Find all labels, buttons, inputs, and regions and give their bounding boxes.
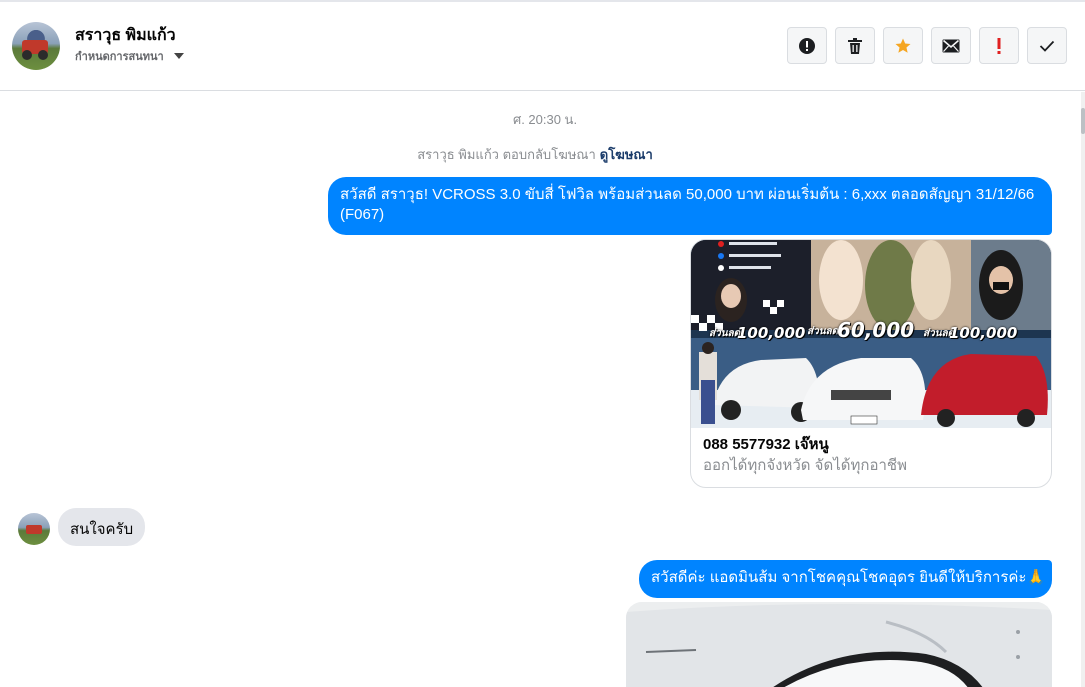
ad-card[interactable]: ส่วนลด 100,000 ส่วนลด 60,000 ส่วนลด 100,… (690, 239, 1052, 488)
delete-button[interactable] (835, 27, 875, 64)
ad-discount-prefix-left: ส่วนลด (709, 328, 741, 339)
outgoing-message[interactable]: สวัสดี สราวุธ! VCROSS 3.0 ขับสี่ โฟวิล พ… (328, 177, 1052, 235)
sender-avatar[interactable] (18, 513, 50, 545)
manage-conversation-label: กำหนดการสนทนา (75, 51, 164, 63)
incoming-message[interactable]: สนใจครับ (58, 508, 146, 546)
report-button[interactable] (787, 27, 827, 64)
conversation-header: สราวุธ พิมแก้ว กำหนดการสนทนา (0, 2, 1085, 91)
view-ad-link[interactable]: ดูโฆษณา (600, 147, 653, 162)
contact-name[interactable]: สราวุธ พิมแก้ว (75, 23, 176, 48)
car-photo-graphic (626, 602, 1052, 687)
car-photo[interactable] (626, 602, 1052, 687)
ad-reply-note: สราวุธ พิมแก้ว ตอบกลับโฆษณา ดูโฆษณา (0, 144, 1070, 165)
ad-discount-prefix-center: ส่วนลด (807, 326, 839, 337)
ad-discount-left: 100,000 (737, 324, 806, 342)
ad-discount-right: 100,000 (949, 324, 1018, 342)
trash-icon (848, 37, 862, 54)
envelope-icon (942, 39, 960, 52)
manage-conversation-dropdown[interactable]: กำหนดการสนทนา (75, 47, 184, 65)
ad-reply-text: สราวุธ พิมแก้ว ตอบกลับโฆษณา (417, 147, 596, 162)
action-toolbar (787, 27, 1067, 64)
exclamation-circle-icon (799, 37, 815, 54)
ad-discount-center: 60,000 (837, 318, 915, 342)
star-button[interactable] (883, 27, 923, 64)
caret-down-icon (173, 53, 184, 59)
scrollbar-thumb[interactable] (1081, 108, 1085, 134)
message-thread[interactable]: ศ. 20:30 น. สราวุธ พิมแก้ว ตอบกลับโฆษณา ด… (0, 92, 1085, 687)
avatar[interactable] (12, 22, 60, 70)
mark-done-button[interactable] (1027, 27, 1067, 64)
message-timestamp: ศ. 20:30 น. (512, 112, 578, 127)
star-icon (895, 38, 911, 53)
exclamation-icon (997, 37, 1001, 54)
scrollbar[interactable] (1081, 92, 1085, 687)
mark-important-button[interactable] (979, 27, 1019, 64)
mark-unread-button[interactable] (931, 27, 971, 64)
ad-image[interactable]: ส่วนลด 100,000 ส่วนลด 60,000 ส่วนลด 100,… (691, 240, 1051, 428)
checkmark-icon (1039, 40, 1055, 52)
outgoing-message-2[interactable]: สวัสดีค่ะ แอดมินส้ม จากโชคคุณโชคอุดร ยิน… (639, 560, 1052, 598)
ad-card-subtitle: ออกได้ทุกจังหวัด จัดได้ทุกอาชีพ (703, 457, 907, 474)
